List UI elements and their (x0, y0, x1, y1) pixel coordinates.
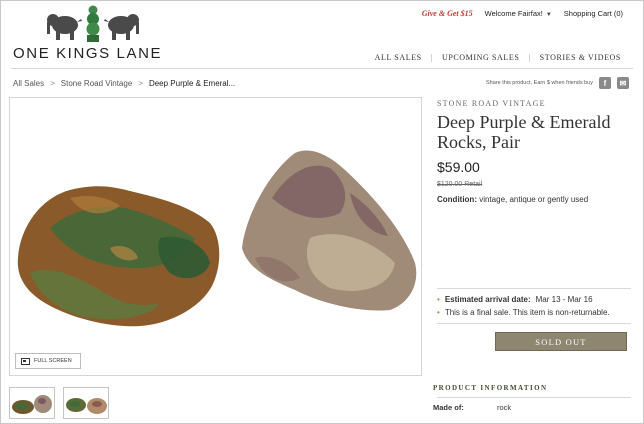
breadcrumb-separator: > (50, 79, 55, 88)
arrival-value: Mar 13 - Mar 16 (535, 295, 593, 304)
arrival-label: Estimated arrival date: (444, 295, 531, 304)
breadcrumb-vendor[interactable]: Stone Road Vintage (61, 79, 132, 88)
condition-label: Condition: (437, 195, 477, 204)
made-of-row: Made of: rock (433, 403, 629, 412)
full-screen-button[interactable]: FULL SCREEN (15, 353, 81, 369)
elephant-logo-icon (47, 5, 139, 42)
fullscreen-icon (21, 357, 30, 365)
chevron-down-icon: ▼ (545, 12, 552, 18)
thumbnail-2[interactable] (63, 387, 109, 419)
page-frame: ONE KINGS LANE Give & Get $15 Welcome Fa… (0, 0, 644, 424)
full-screen-label: FULL SCREEN (34, 358, 72, 364)
nav-all-sales[interactable]: ALL SALES (375, 53, 422, 62)
thumbnail-strip (9, 387, 109, 419)
nav-separator: | (430, 53, 433, 62)
arrival-row: • Estimated arrival date: Mar 13 - Mar 1… (437, 295, 633, 304)
breadcrumb-all-sales[interactable]: All Sales (13, 79, 44, 88)
main-nav: ALL SALES | UPCOMING SALES | STORIES & V… (375, 53, 621, 62)
product-title: Deep Purple & Emerald Rocks, Pair (437, 112, 611, 152)
shipping-info: • Estimated arrival date: Mar 13 - Mar 1… (437, 295, 633, 321)
product-info-divider (437, 397, 631, 398)
made-of-label: Made of: (433, 403, 464, 412)
promo-link[interactable]: Give & Get $15 (422, 9, 473, 18)
nav-separator: | (528, 53, 531, 62)
header-divider (11, 68, 633, 69)
thumbnail-image (66, 398, 107, 414)
final-sale-text: This is a final sale. This item is non-r… (444, 308, 610, 317)
welcome-menu[interactable]: Welcome Fairfax! ▼ (485, 9, 552, 18)
details-divider (437, 288, 631, 289)
sold-out-button[interactable]: SOLD OUT (495, 332, 627, 351)
product-price: $59.00 (437, 159, 480, 175)
bullet-icon: • (437, 308, 440, 317)
thumbnail-1[interactable] (9, 387, 55, 419)
product-image-viewer[interactable]: FULL SCREEN (9, 97, 422, 376)
condition-value: vintage, antique or gently used (479, 195, 589, 204)
shipping-divider (437, 323, 631, 324)
bullet-icon: • (437, 295, 440, 304)
condition-row: Condition: vintage, antique or gently us… (437, 195, 633, 204)
share-text: Share this product, Earn $ when friends … (485, 80, 593, 86)
nav-stories-videos[interactable]: STORIES & VIDEOS (540, 53, 621, 62)
top-utility-bar: Give & Get $15 Welcome Fairfax! ▼ Shoppin… (422, 9, 623, 18)
thumbnail-image (12, 395, 52, 414)
vendor-name[interactable]: STONE ROAD VINTAGE (437, 99, 633, 108)
product-details: STONE ROAD VINTAGE Deep Purple & Emerald… (437, 99, 633, 204)
product-photo-rocks (17, 150, 417, 327)
breadcrumb-separator: > (138, 79, 143, 88)
email-icon[interactable]: ✉ (617, 77, 629, 89)
share-bar: Share this product, Earn $ when friends … (486, 77, 629, 89)
shopping-cart-link[interactable]: Shopping Cart (0) (564, 9, 623, 18)
site-logo[interactable]: ONE KINGS LANE (13, 5, 173, 63)
welcome-label: Welcome Fairfax! (484, 9, 543, 18)
facebook-icon[interactable]: f (599, 77, 611, 89)
breadcrumb-current: Deep Purple & Emeral... (148, 79, 236, 88)
made-of-value: rock (497, 403, 512, 412)
nav-upcoming-sales[interactable]: UPCOMING SALES (442, 53, 520, 62)
breadcrumb: All Sales > Stone Road Vintage > Deep Pu… (13, 79, 235, 88)
logo-wordmark: ONE KINGS LANE (13, 45, 163, 62)
retail-price: $120.00 Retail (437, 181, 483, 188)
final-sale-row: • This is a final sale. This item is non… (437, 308, 633, 317)
product-information-heading: PRODUCT INFORMATION (433, 384, 548, 392)
